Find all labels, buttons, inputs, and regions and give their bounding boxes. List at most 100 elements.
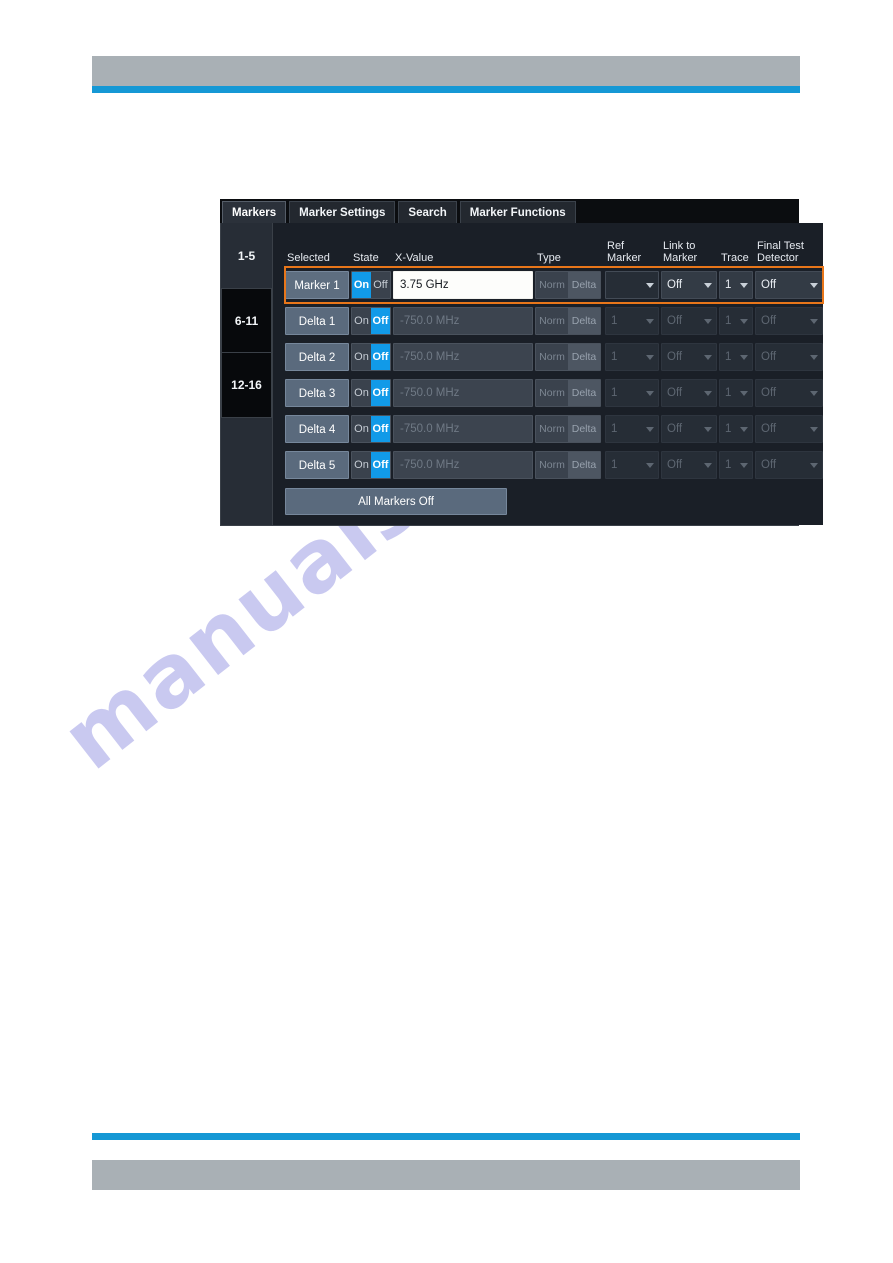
x-value-input[interactable]: -750.0 MHz [393,451,533,479]
type-delta-option[interactable]: Delta [568,344,600,370]
marker-select-button[interactable]: Delta 3 [285,379,349,407]
chevron-down-icon [646,282,654,288]
trace-dropdown[interactable]: 1 [719,415,753,443]
type-toggle[interactable]: Norm Delta [535,379,601,407]
x-value-input[interactable]: 3.75 GHz [393,271,533,299]
type-toggle[interactable]: Norm Delta [535,415,601,443]
type-delta-option[interactable]: Delta [568,272,600,298]
tab-markers[interactable]: Markers [222,201,287,223]
ref-marker-dropdown[interactable] [605,271,659,299]
type-toggle[interactable]: Norm Delta [535,307,601,335]
state-off-option[interactable]: Off [371,416,390,442]
table-row[interactable]: Delta 2 On Off -750.0 MHz Norm Delta 1 O… [285,339,823,375]
type-delta-option[interactable]: Delta [568,416,600,442]
link-to-marker-dropdown[interactable]: Off [661,379,717,407]
type-delta-option[interactable]: Delta [568,308,600,334]
type-delta-option[interactable]: Delta [568,452,600,478]
link-to-marker-dropdown[interactable]: Off [661,451,717,479]
state-on-option[interactable]: On [352,452,371,478]
link-to-marker-dropdown[interactable]: Off [661,271,717,299]
ref-marker-dropdown[interactable]: 1 [605,343,659,371]
trace-dropdown[interactable]: 1 [719,307,753,335]
state-off-option[interactable]: Off [371,308,390,334]
state-toggle[interactable]: On Off [351,307,391,335]
state-on-option[interactable]: On [352,344,371,370]
trace-dropdown[interactable]: 1 [719,271,753,299]
marker-select-button[interactable]: Delta 2 [285,343,349,371]
page-footer-bar [92,1160,800,1190]
state-toggle[interactable]: On Off [351,343,391,371]
type-norm-option[interactable]: Norm [536,380,568,406]
state-on-option[interactable]: On [352,380,371,406]
state-toggle[interactable]: On Off [351,379,391,407]
marker-select-button[interactable]: Delta 5 [285,451,349,479]
column-header-trace: Trace [721,252,749,264]
ref-marker-dropdown[interactable]: 1 [605,307,659,335]
state-off-option[interactable]: Off [371,380,390,406]
link-to-marker-value: Off [667,459,683,471]
ref-marker-dropdown[interactable]: 1 [605,451,659,479]
type-norm-option[interactable]: Norm [536,308,568,334]
chevron-down-icon [740,426,748,432]
ref-marker-dropdown[interactable]: 1 [605,379,659,407]
type-norm-option[interactable]: Norm [536,344,568,370]
type-toggle[interactable]: Norm Delta [535,451,601,479]
ref-marker-value: 1 [611,387,618,399]
type-norm-option[interactable]: Norm [536,416,568,442]
x-value-input[interactable]: -750.0 MHz [393,307,533,335]
marker-select-button[interactable]: Delta 1 [285,307,349,335]
state-on-option[interactable]: On [352,416,371,442]
state-toggle[interactable]: On Off [351,271,391,299]
trace-value: 1 [725,387,732,399]
state-off-option[interactable]: Off [371,272,390,298]
type-norm-option[interactable]: Norm [536,272,568,298]
trace-dropdown[interactable]: 1 [719,343,753,371]
link-to-marker-dropdown[interactable]: Off [661,307,717,335]
state-on-option[interactable]: On [352,308,371,334]
state-toggle[interactable]: On Off [351,451,391,479]
marker-select-button[interactable]: Marker 1 [285,271,349,299]
marker-select-button[interactable]: Delta 4 [285,415,349,443]
table-row[interactable]: Delta 4 On Off -750.0 MHz Norm Delta 1 O… [285,411,823,447]
ref-marker-dropdown[interactable]: 1 [605,415,659,443]
final-test-detector-dropdown[interactable]: Off [755,415,823,443]
tab-search[interactable]: Search [398,201,457,223]
table-row[interactable]: Marker 1 On Off 3.75 GHz Norm Delta Off … [284,266,824,304]
range-item-6-11[interactable]: 6-11 [221,288,272,353]
type-toggle[interactable]: Norm Delta [535,271,601,299]
x-value-input[interactable]: -750.0 MHz [393,343,533,371]
final-test-detector-dropdown[interactable]: Off [755,271,823,299]
chevron-down-icon [704,282,712,288]
link-to-marker-dropdown[interactable]: Off [661,343,717,371]
final-test-detector-dropdown[interactable]: Off [755,307,823,335]
chevron-down-icon [740,318,748,324]
final-test-detector-value: Off [761,351,777,363]
type-toggle[interactable]: Norm Delta [535,343,601,371]
trace-dropdown[interactable]: 1 [719,379,753,407]
state-on-option[interactable]: On [352,272,371,298]
tab-marker-functions[interactable]: Marker Functions [459,201,576,223]
trace-dropdown[interactable]: 1 [719,451,753,479]
state-toggle[interactable]: On Off [351,415,391,443]
tab-marker-settings[interactable]: Marker Settings [289,201,396,223]
table-row[interactable]: Delta 5 On Off -750.0 MHz Norm Delta 1 O… [285,447,823,483]
chevron-down-icon [810,462,818,468]
type-delta-option[interactable]: Delta [568,380,600,406]
type-norm-option[interactable]: Norm [536,452,568,478]
link-to-marker-dropdown[interactable]: Off [661,415,717,443]
all-markers-off-button[interactable]: All Markers Off [285,488,507,515]
chevron-down-icon [740,282,748,288]
final-test-detector-dropdown[interactable]: Off [755,379,823,407]
range-item-12-16[interactable]: 12-16 [221,353,272,418]
final-test-detector-dropdown[interactable]: Off [755,451,823,479]
table-row[interactable]: Delta 1 On Off -750.0 MHz Norm Delta 1 O… [285,303,823,339]
state-off-option[interactable]: Off [371,452,390,478]
final-test-detector-value: Off [761,315,777,327]
table-row[interactable]: Delta 3 On Off -750.0 MHz Norm Delta 1 O… [285,375,823,411]
range-item-1-5[interactable]: 1-5 [221,223,272,288]
final-test-detector-dropdown[interactable]: Off [755,343,823,371]
state-off-option[interactable]: Off [371,344,390,370]
x-value-input[interactable]: -750.0 MHz [393,379,533,407]
column-header-link-to-marker: Link to Marker [663,240,698,264]
x-value-input[interactable]: -750.0 MHz [393,415,533,443]
